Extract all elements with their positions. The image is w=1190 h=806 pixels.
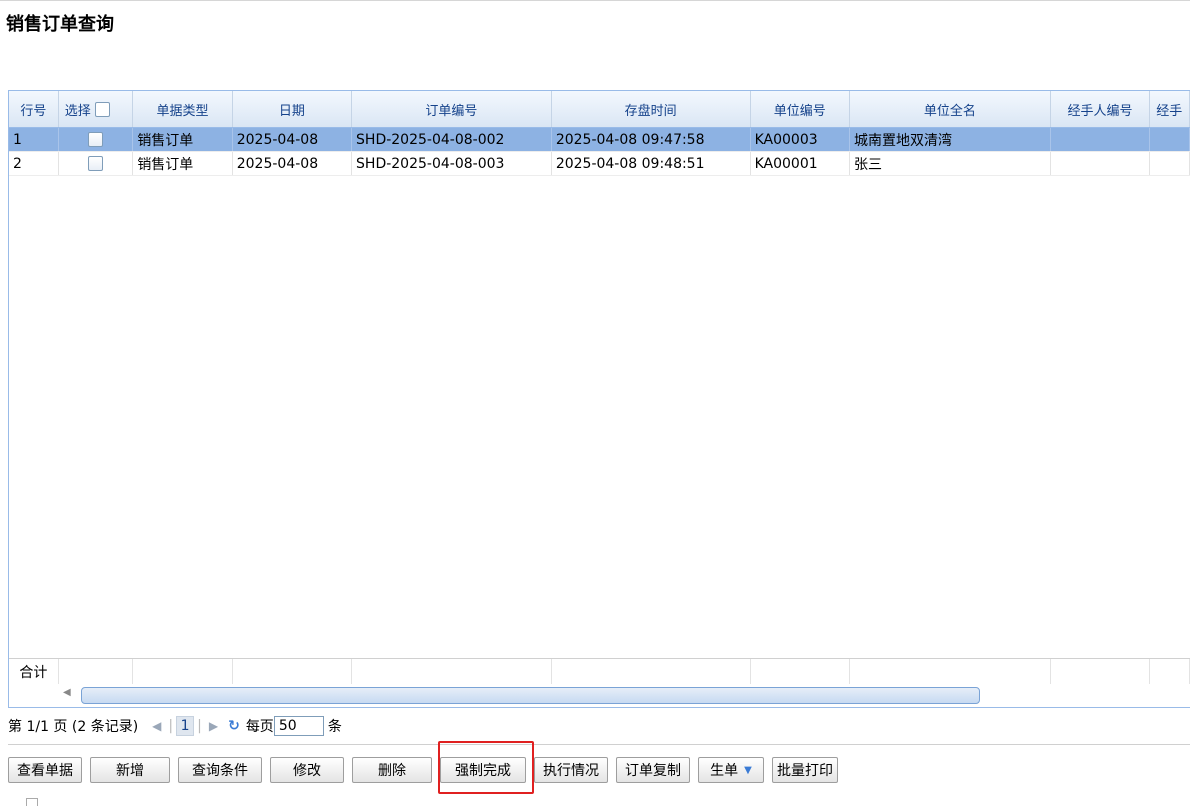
generate-order-label: 生单 [710, 763, 739, 779]
page-summary: 第 1/1 页 (2 条记录) [8, 719, 139, 735]
batch-print-button[interactable]: 批量打印 [772, 757, 838, 783]
copy-order-button[interactable]: 订单复制 [616, 757, 690, 783]
top-border [0, 0, 1190, 3]
divider [8, 744, 1190, 745]
delete-button[interactable]: 删除 [352, 757, 432, 783]
summary-cell [552, 659, 751, 684]
footer-checkbox[interactable] [26, 798, 38, 806]
col-header-handler-no[interactable]: 经手人编号 [1051, 91, 1151, 127]
action-toolbar: 查看单据 新增 查询条件 修改 删除 强制完成 执行情况 订单复制 生单 ▼ 批… [8, 755, 838, 785]
summary-row: 合计 [9, 658, 1190, 684]
horizontal-scrollbar[interactable]: ◀ [59, 685, 1190, 705]
cell-date: 2025-04-08 [233, 152, 353, 175]
cell-handler [1150, 128, 1190, 151]
summary-label: 合计 [9, 659, 59, 684]
add-button[interactable]: 新增 [90, 757, 170, 783]
generate-order-button[interactable]: 生单 ▼ [698, 757, 764, 783]
col-header-unit-name[interactable]: 单位全名 [850, 91, 1051, 127]
cell-unit-name: 张三 [850, 152, 1051, 175]
summary-cell [133, 659, 233, 684]
per-page-unit: 条 [327, 719, 342, 735]
cell-unit-no: KA00001 [751, 152, 851, 175]
summary-cell [59, 659, 134, 684]
order-grid: 行号 选择 单据类型 日期 订单编号 存盘时间 单位编号 单位全名 经手人编号 … [8, 90, 1190, 708]
col-header-saved-at[interactable]: 存盘时间 [552, 91, 751, 127]
view-document-button[interactable]: 查看单据 [8, 757, 82, 783]
summary-cell [1150, 659, 1190, 684]
cell-handler-no [1051, 128, 1151, 151]
pagination-bar: 第 1/1 页 (2 条记录) ◀ | 1 | ▶ ↻ 每页 条 [8, 714, 342, 738]
current-page[interactable]: 1 [176, 716, 195, 736]
cell-order-no: SHD-2025-04-08-003 [352, 152, 552, 175]
table-row[interactable]: 1 销售订单 2025-04-08 SHD-2025-04-08-002 202… [9, 128, 1190, 152]
cell-doc-type: 销售订单 [133, 152, 233, 175]
row-checkbox[interactable] [88, 156, 104, 171]
per-page-label: 每页 [245, 719, 274, 735]
col-header-unit-no[interactable]: 单位编号 [751, 91, 850, 127]
select-all-checkbox[interactable] [94, 101, 110, 117]
summary-cell [233, 659, 353, 684]
cell-doc-type: 销售订单 [133, 128, 233, 151]
cell-saved-at: 2025-04-08 09:48:51 [552, 152, 751, 175]
scroll-left-icon[interactable]: ◀ [63, 687, 71, 698]
edit-button[interactable]: 修改 [270, 757, 344, 783]
force-complete-button[interactable]: 强制完成 [440, 757, 526, 783]
summary-cell [850, 659, 1051, 684]
cell-saved-at: 2025-04-08 09:47:58 [552, 128, 751, 151]
cell-row-no: 2 [9, 152, 59, 175]
cell-handler [1150, 152, 1190, 175]
page-size-input[interactable] [273, 716, 324, 736]
col-header-order-no[interactable]: 订单编号 [352, 91, 552, 127]
summary-cell [1051, 659, 1151, 684]
refresh-icon[interactable]: ↻ [228, 718, 240, 734]
col-header-handler[interactable]: 经手 [1150, 91, 1190, 127]
table-row[interactable]: 2 销售订单 2025-04-08 SHD-2025-04-08-003 202… [9, 152, 1190, 176]
col-header-doc-type[interactable]: 单据类型 [133, 91, 233, 127]
pager-separator: | [197, 718, 202, 734]
scrollbar-thumb[interactable] [81, 687, 980, 704]
cell-unit-name: 城南置地双清湾 [850, 128, 1051, 151]
summary-cell [352, 659, 552, 684]
summary-cell [751, 659, 851, 684]
cell-unit-no: KA00003 [751, 128, 851, 151]
cell-order-no: SHD-2025-04-08-002 [352, 128, 552, 151]
next-page-icon[interactable]: ▶ [209, 719, 218, 733]
col-header-row-no[interactable]: 行号 [9, 91, 59, 127]
cell-select [59, 128, 134, 151]
row-checkbox[interactable] [88, 132, 104, 147]
page-title: 销售订单查询 [6, 14, 114, 35]
pager-separator: | [168, 718, 174, 734]
cell-row-no: 1 [9, 128, 59, 151]
footer-partial [0, 796, 1190, 806]
query-conditions-button[interactable]: 查询条件 [178, 757, 262, 783]
cell-date: 2025-04-08 [233, 128, 353, 151]
cell-select [59, 152, 134, 175]
col-header-date[interactable]: 日期 [233, 91, 352, 127]
execution-status-button[interactable]: 执行情况 [534, 757, 608, 783]
cell-handler-no [1051, 152, 1151, 175]
prev-page-icon[interactable]: ◀ [152, 719, 161, 733]
chevron-down-icon: ▼ [744, 764, 752, 776]
col-header-select-label: 选择 [64, 103, 91, 119]
col-header-select[interactable]: 选择 [59, 91, 134, 127]
grid-header: 行号 选择 单据类型 日期 订单编号 存盘时间 单位编号 单位全名 经手人编号 … [9, 91, 1190, 128]
grid-body: 1 销售订单 2025-04-08 SHD-2025-04-08-002 202… [9, 128, 1190, 658]
